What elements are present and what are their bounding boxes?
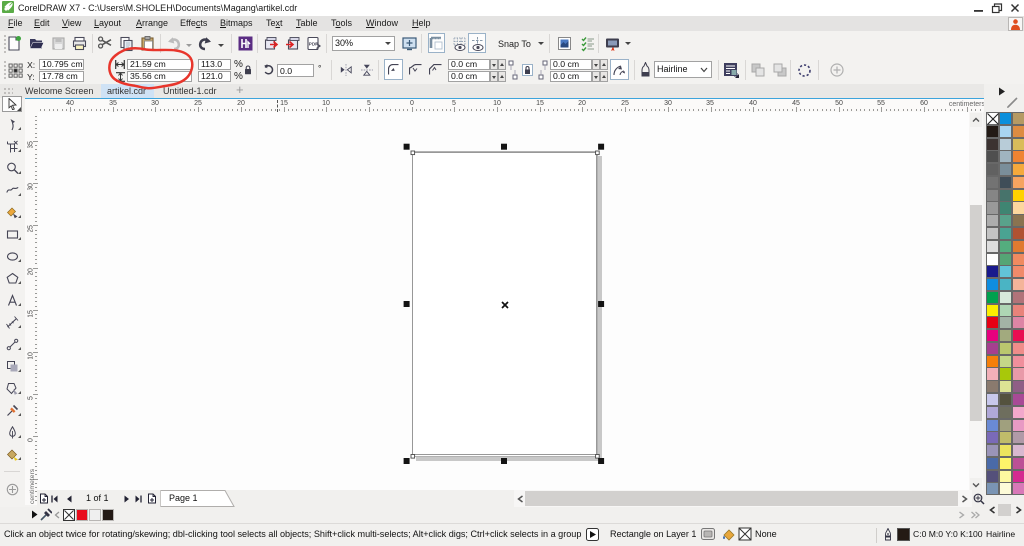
svg-text:15: 15 [28,310,35,317]
svg-text:35: 35 [28,141,35,148]
svg-text:30: 30 [28,183,35,190]
svg-text:25: 25 [28,225,35,232]
svg-text:20: 20 [28,268,35,275]
svg-text:centimeters: centimeters [29,468,36,504]
svg-text:5: 5 [28,396,35,400]
svg-text:0: 0 [28,438,35,442]
svg-text:10: 10 [28,352,35,359]
